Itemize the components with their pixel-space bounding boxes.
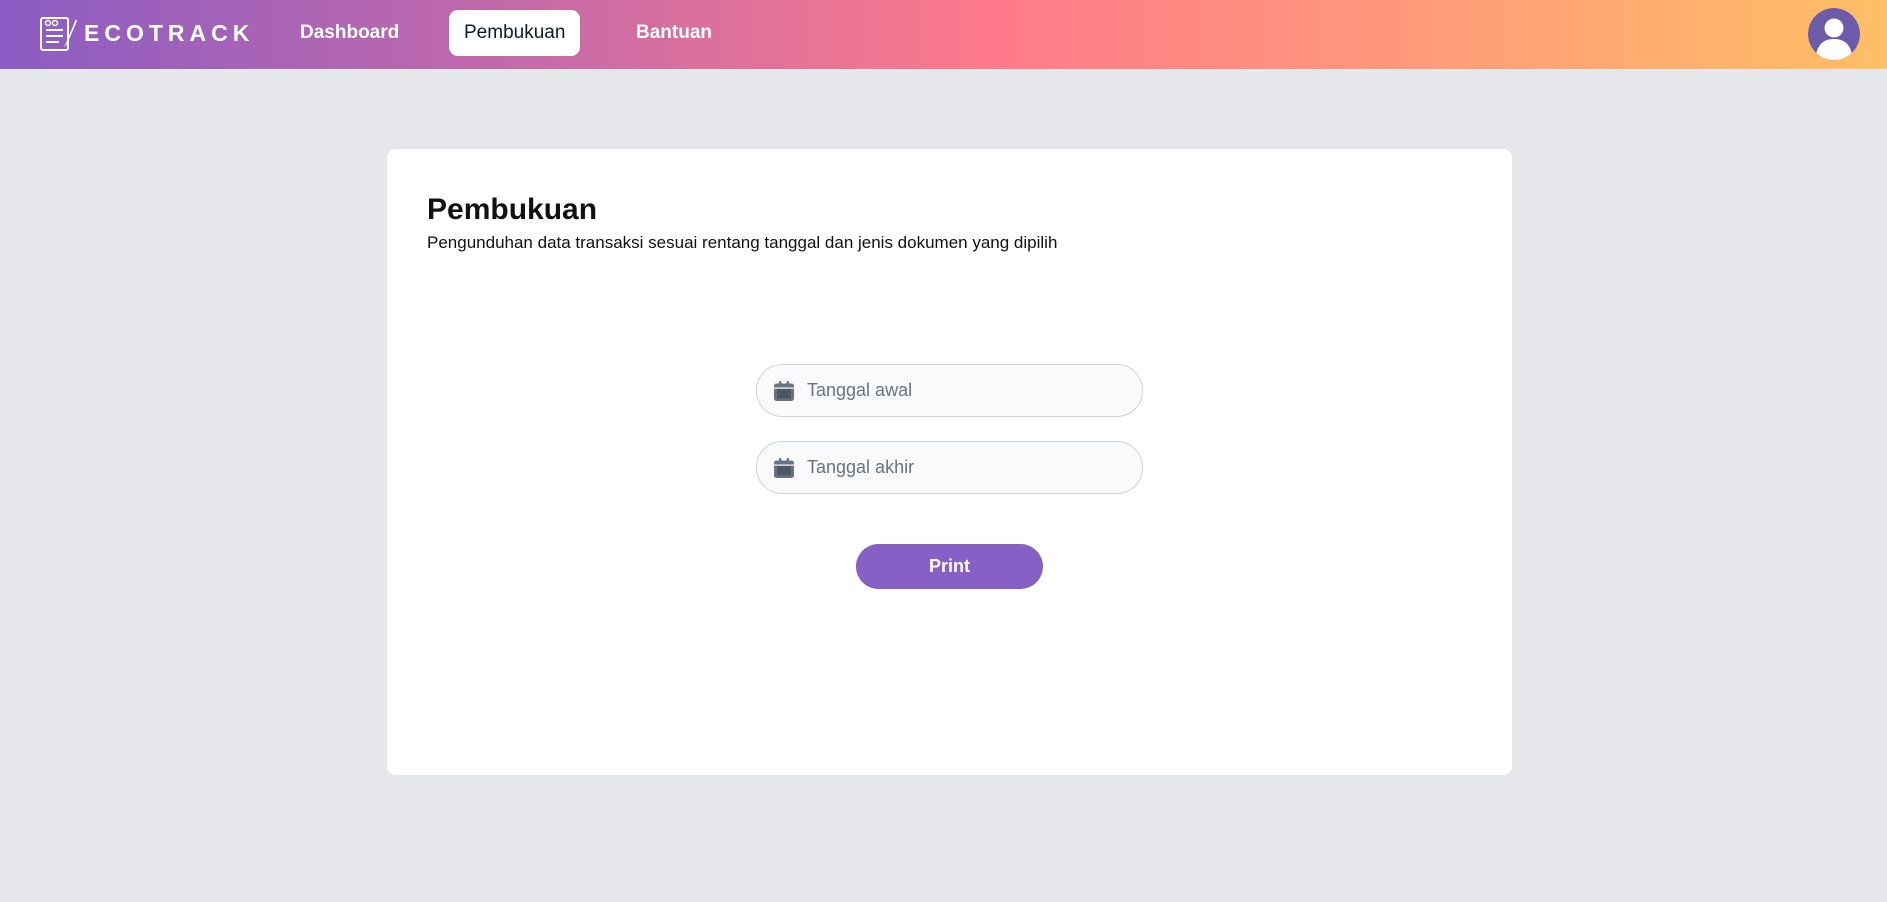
nav-item-pembukuan[interactable]: Pembukuan: [449, 10, 581, 56]
brand-logo[interactable]: ECOTRACK: [38, 13, 254, 53]
calendar-icon: [774, 380, 794, 401]
pembukuan-card: Pembukuan Pengunduhan data transaksi ses…: [387, 149, 1512, 775]
user-avatar-icon: [1808, 8, 1860, 60]
start-date-field[interactable]: [756, 364, 1143, 417]
nav-item-dashboard[interactable]: Dashboard: [285, 10, 414, 56]
page-title: Pembukuan: [427, 193, 598, 226]
end-date-input[interactable]: [805, 456, 1129, 479]
start-date-input[interactable]: [805, 379, 1129, 402]
calendar-icon: [774, 457, 794, 478]
top-navbar: ECOTRACK Dashboard Pembukuan Bantuan: [0, 0, 1887, 69]
ledger-pencil-icon: [40, 17, 77, 51]
end-date-field[interactable]: [756, 441, 1143, 494]
brand-name: ECOTRACK: [84, 19, 255, 46]
user-avatar[interactable]: [1808, 8, 1860, 60]
page-subtitle: Pengunduhan data transaksi sesuai rentan…: [427, 233, 1058, 252]
nav-item-bantuan[interactable]: Bantuan: [621, 10, 727, 56]
print-button[interactable]: Print: [856, 544, 1043, 589]
